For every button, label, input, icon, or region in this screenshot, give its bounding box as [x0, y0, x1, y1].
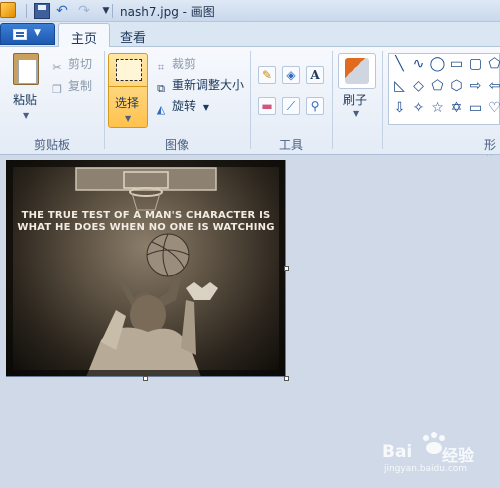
fill-icon[interactable]: ◈	[282, 66, 300, 84]
magnifier-icon[interactable]: ⚲	[306, 97, 324, 115]
watermark-brand: Bai	[382, 442, 413, 462]
image-group-label: 图像	[164, 138, 189, 152]
rotate-icon: ◭	[156, 103, 166, 116]
text-icon[interactable]: A	[306, 66, 324, 84]
selection-rectangle-icon	[116, 59, 142, 81]
chevron-down-icon: ▼	[34, 28, 41, 38]
select-button[interactable]: 选择 ▼	[108, 53, 148, 128]
curve-shape-icon[interactable]: ∿	[410, 56, 427, 73]
rectangle-shape-icon[interactable]: ▭	[448, 56, 465, 73]
copy-button[interactable]: ❐ 复制	[50, 77, 93, 96]
title-bar: ↶ ↷ ▼ nash7.jpg - 画图	[0, 0, 500, 22]
five-point-star-shape-icon[interactable]: ☆	[429, 100, 446, 117]
image-canvas[interactable]: THE TRUE TEST OF A MAN'S CHARACTER IS WH…	[6, 160, 286, 377]
chevron-down-icon: ▼	[202, 103, 209, 112]
scissors-icon: ✂	[52, 61, 62, 74]
qat-separator	[26, 4, 27, 18]
group-divider	[250, 51, 251, 149]
clipboard-group-label: 剪贴板	[33, 138, 70, 152]
rotate-button[interactable]: ◭ 旋转 ▼	[154, 97, 209, 116]
tab-home[interactable]: 主页	[58, 23, 111, 48]
resize-handle-right[interactable]	[284, 266, 289, 271]
crop-label: 裁剪	[172, 57, 197, 71]
group-divider	[382, 51, 383, 149]
paste-label: 粘贴	[13, 93, 38, 107]
triangle-shape-icon[interactable]: ◺	[391, 78, 408, 95]
paste-button[interactable]: 粘贴 ▼	[6, 53, 46, 123]
oval-shape-icon[interactable]: ◯	[429, 56, 446, 73]
undo-icon[interactable]: ↶	[54, 3, 70, 19]
down-arrow-shape-icon[interactable]: ⇩	[391, 100, 408, 117]
window-title: nash7.jpg - 画图	[120, 5, 215, 19]
pentagon-shape-icon[interactable]: ⬠	[429, 78, 446, 95]
four-point-star-shape-icon[interactable]: ✧	[410, 100, 427, 117]
menu-icon	[13, 29, 27, 40]
chevron-down-icon: ▼	[23, 111, 30, 120]
tools-group-label: 工具	[278, 138, 303, 152]
left-arrow-shape-icon[interactable]: ⇦	[486, 78, 500, 95]
pencil-icon[interactable]: ✎	[258, 66, 276, 84]
resize-button[interactable]: ⧉ 重新调整大小	[154, 76, 245, 95]
brushes-button[interactable]	[338, 53, 376, 89]
group-divider	[332, 51, 333, 149]
cut-label: 剪切	[68, 57, 93, 71]
brushes-label: 刷子	[343, 93, 368, 107]
line-shape-icon[interactable]: ╲	[391, 56, 408, 73]
clipboard-icon	[13, 53, 39, 85]
image-text-line-1: THE TRUE TEST OF A MAN'S CHARACTER IS	[21, 210, 271, 221]
shapes-gallery[interactable]: ╲ ∿ ◯ ▭ ▢ ⬠ ◺ ◇ ⬠ ⬡ ⇨ ⇦ ⇩ ✧ ☆ ✡ ▭ ♡	[388, 53, 500, 125]
copy-icon: ❐	[52, 83, 62, 96]
cut-button[interactable]: ✂ 剪切	[50, 55, 93, 74]
watermark-brand-2: 经验	[442, 446, 475, 465]
title-separator	[112, 4, 113, 18]
color-picker-icon[interactable]: ⟋	[282, 97, 300, 115]
right-arrow-shape-icon[interactable]: ⇨	[467, 78, 484, 95]
heart-shape-icon[interactable]: ♡	[486, 100, 500, 117]
ribbon: 粘贴 ▼ ✂ 剪切 ❐ 复制 剪贴板 选择 ▼ ⌗ 裁剪 ⧉ 重新调整大小 ◭ 旋转 ▼ …	[0, 47, 500, 169]
tab-view[interactable]: 查看	[108, 23, 158, 47]
chevron-down-icon: ▼	[125, 114, 132, 123]
eraser-icon[interactable]: ▬	[258, 97, 276, 115]
rounded-rectangle-shape-icon[interactable]: ▢	[467, 56, 484, 73]
paint-app-icon[interactable]	[0, 2, 16, 18]
watermark-url: jingyan.baidu.com	[384, 464, 468, 474]
resize-handle-corner[interactable]	[284, 376, 289, 381]
redo-icon[interactable]: ↷	[76, 3, 92, 19]
photo-illustration	[6, 160, 285, 376]
split-divider	[109, 86, 147, 87]
diamond-shape-icon[interactable]: ◇	[410, 78, 427, 95]
polygon-shape-icon[interactable]: ⬠	[486, 56, 500, 73]
callout-shape-icon[interactable]: ▭	[467, 100, 484, 117]
resize-icon: ⧉	[157, 82, 165, 95]
basketball-photo: THE TRUE TEST OF A MAN'S CHARACTER IS WH…	[6, 160, 285, 376]
six-point-star-shape-icon[interactable]: ✡	[448, 100, 465, 117]
resize-handle-bottom[interactable]	[143, 376, 148, 381]
image-text-line-2: WHAT HE DOES WHEN NO ONE IS WATCHING	[17, 222, 275, 233]
select-label: 选择	[115, 96, 140, 110]
ribbon-tab-row: ▼ 主页 查看	[0, 22, 500, 48]
baidu-watermark: Bai 经验 jingyan.baidu.com	[380, 432, 490, 476]
crop-icon: ⌗	[157, 61, 165, 74]
crop-button[interactable]: ⌗ 裁剪	[154, 55, 197, 74]
paint-menu-button[interactable]: ▼	[0, 23, 55, 45]
chevron-down-icon: ▼	[353, 109, 360, 118]
rotate-label: 旋转	[172, 99, 197, 113]
copy-label: 复制	[68, 79, 93, 93]
hexagon-shape-icon[interactable]: ⬡	[448, 78, 465, 95]
group-divider	[104, 51, 105, 149]
resize-label: 重新调整大小	[172, 78, 245, 92]
brush-icon	[345, 58, 369, 84]
save-icon[interactable]	[34, 3, 50, 19]
